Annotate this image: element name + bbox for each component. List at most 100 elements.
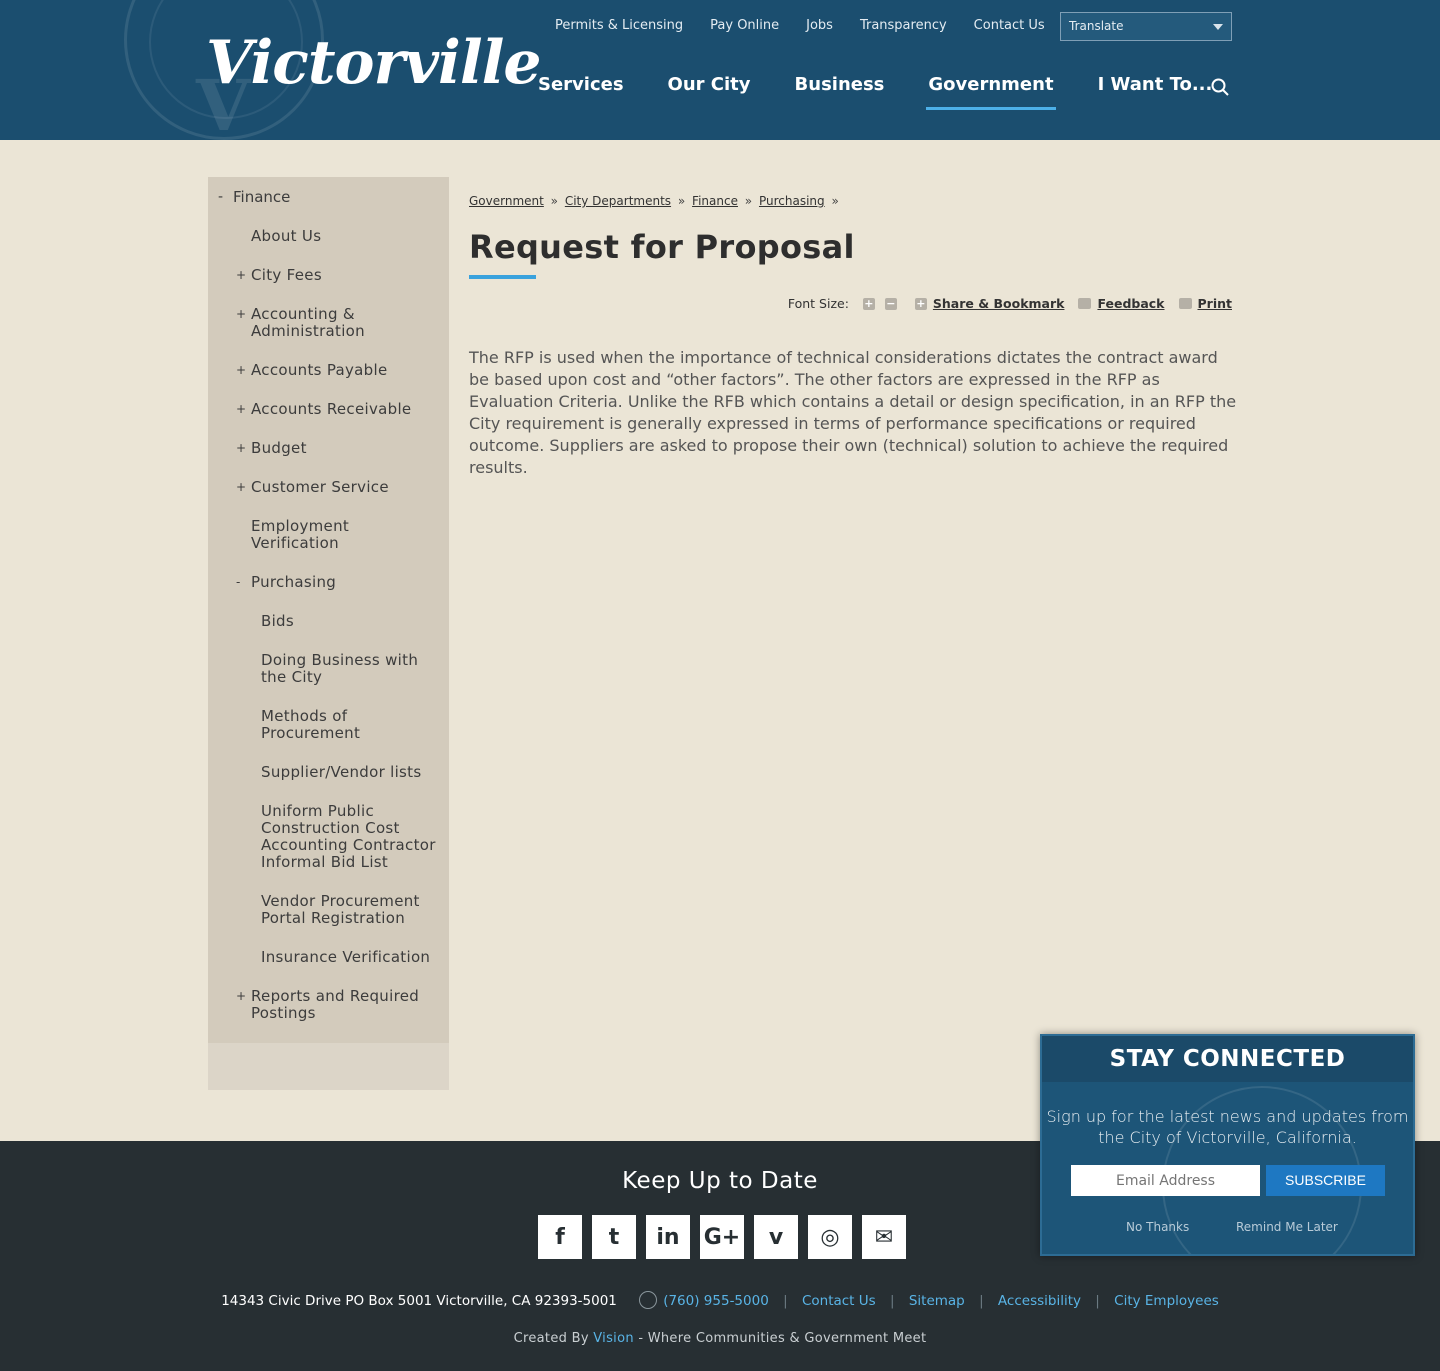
sidebar-item[interactable]: + Budget xyxy=(208,429,449,468)
sidebar-item[interactable]: + Accounting & Administration xyxy=(208,295,449,351)
site-header: V Victorville Permits & Licensing Pay On… xyxy=(0,0,1440,140)
sidebar-item-label: Accounting & Administration xyxy=(251,305,365,340)
sidebar-item[interactable]: - Purchasing xyxy=(208,563,449,602)
feedback-link[interactable]: Feedback xyxy=(1097,296,1164,311)
popup-title: STAY CONNECTED xyxy=(1042,1036,1413,1082)
sidebar: - Finance About Us + City Fees + Accounting … xyxy=(208,177,449,1090)
remind-later-link[interactable]: Remind Me Later xyxy=(1236,1220,1338,1234)
footer-divider: | xyxy=(783,1293,788,1309)
footer-phone[interactable]: (760) 955-5000 xyxy=(663,1293,769,1309)
sidebar-item-label: Accounts Payable xyxy=(251,361,388,379)
share-icon: + xyxy=(914,296,927,310)
site-logo[interactable]: Victorville xyxy=(206,28,542,98)
page-title: Request for Proposal xyxy=(469,228,855,266)
expand-icon[interactable]: + xyxy=(236,479,246,496)
nav-services[interactable]: Services xyxy=(538,74,624,95)
expand-icon[interactable]: + xyxy=(236,362,246,379)
nav-i-want-to[interactable]: I Want To... xyxy=(1098,74,1213,95)
footer-link-contact[interactable]: Contact Us xyxy=(802,1293,876,1309)
main-nav: Services Our City Business Government I … xyxy=(538,74,1256,110)
breadcrumb-finance[interactable]: Finance xyxy=(692,194,738,208)
font-increase-icon[interactable]: + xyxy=(862,297,875,310)
nav-our-city[interactable]: Our City xyxy=(668,74,751,95)
footer-link-sitemap[interactable]: Sitemap xyxy=(909,1293,965,1309)
footer-link-city-employees[interactable]: City Employees xyxy=(1114,1293,1219,1309)
sidebar-item[interactable]: + Accounts Receivable xyxy=(208,390,449,429)
sidebar-item-label: Methods of Procurement xyxy=(261,707,361,742)
sidebar-item[interactable]: + Reports and Required Postings xyxy=(208,977,449,1033)
stay-connected-popup: STAY CONNECTED Sign up for the latest ne… xyxy=(1040,1034,1415,1256)
util-link-permits[interactable]: Permits & Licensing xyxy=(555,18,683,33)
breadcrumb: Government » City Departments » Finance … xyxy=(469,194,842,208)
sidebar-list: About Us + City Fees + Accounting & Administ… xyxy=(208,217,449,1043)
no-thanks-link[interactable]: No Thanks xyxy=(1126,1220,1189,1234)
subscribe-button[interactable]: SUBSCRIBE xyxy=(1266,1165,1385,1196)
phone-icon xyxy=(639,1291,658,1309)
page-body-text: The RFP is used when the importance of t… xyxy=(469,348,1237,477)
google-plus-icon[interactable]: G+ xyxy=(700,1215,744,1259)
sidebar-heading-label: Finance xyxy=(233,188,291,206)
breadcrumb-city-departments[interactable]: City Departments xyxy=(565,194,671,208)
sidebar-item-label: Reports and Required Postings xyxy=(251,987,420,1022)
footer-divider: | xyxy=(1095,1293,1100,1309)
page-tools: Font Size: + − + Share & Bookmark Feedba… xyxy=(788,296,1232,311)
breadcrumb-purchasing[interactable]: Purchasing xyxy=(759,194,825,208)
sidebar-item-label: Employment Verification xyxy=(251,517,350,552)
chevron-down-icon xyxy=(1213,24,1223,30)
sidebar-item[interactable]: + Accounts Payable xyxy=(208,351,449,390)
footer-credit: Created By Vision - Where Communities & … xyxy=(0,1331,1440,1346)
collapse-icon: - xyxy=(218,189,224,205)
nav-government[interactable]: Government xyxy=(926,74,1056,110)
sidebar-item-label: Insurance Verification xyxy=(261,948,431,966)
breadcrumb-government[interactable]: Government xyxy=(469,194,544,208)
sidebar-item[interactable]: Insurance Verification xyxy=(208,938,449,977)
sidebar-item[interactable]: Methods of Procurement xyxy=(208,697,449,753)
translate-label: Translate xyxy=(1069,19,1124,33)
sidebar-item[interactable]: Employment Verification xyxy=(208,507,449,563)
email-field[interactable] xyxy=(1071,1165,1260,1196)
translate-select[interactable]: Translate xyxy=(1060,12,1232,41)
breadcrumb-separator: » xyxy=(744,194,753,208)
sidebar-item[interactable]: Doing Business with the City xyxy=(208,641,449,697)
sidebar-item[interactable]: Uniform Public Construction Cost Account… xyxy=(208,792,449,882)
vimeo-icon[interactable]: v xyxy=(754,1215,798,1259)
expand-icon[interactable]: + xyxy=(236,440,246,457)
footer-address: 14343 Civic Drive PO Box 5001 Victorvill… xyxy=(221,1293,617,1309)
util-link-jobs[interactable]: Jobs xyxy=(806,18,833,33)
footer-divider: | xyxy=(889,1293,895,1309)
sidebar-item-label: Purchasing xyxy=(251,573,337,591)
sidebar-item[interactable]: Supplier/Vendor lists xyxy=(208,753,449,792)
sidebar-item[interactable]: + City Fees xyxy=(208,256,449,295)
credit-vision-link[interactable]: Vision xyxy=(593,1331,634,1346)
util-link-pay-online[interactable]: Pay Online xyxy=(710,18,779,33)
print-link[interactable]: Print xyxy=(1198,296,1233,311)
collapse-icon[interactable]: - xyxy=(236,574,241,591)
sidebar-item[interactable]: Vendor Procurement Portal Registration xyxy=(208,882,449,938)
sidebar-item[interactable]: Bids xyxy=(208,602,449,641)
expand-icon[interactable]: + xyxy=(236,306,246,323)
nav-business[interactable]: Business xyxy=(795,74,885,95)
search-icon[interactable] xyxy=(1211,78,1229,96)
breadcrumb-separator: » xyxy=(550,194,559,208)
twitter-icon[interactable]: t xyxy=(592,1215,636,1259)
share-bookmark-link[interactable]: Share & Bookmark xyxy=(933,296,1065,311)
popup-message: Sign up for the latest news and updates … xyxy=(1046,1107,1409,1147)
sidebar-item[interactable]: + Customer Service xyxy=(208,468,449,507)
facebook-icon[interactable]: f xyxy=(538,1215,582,1259)
utility-nav: Permits & Licensing Pay Online Jobs Tran… xyxy=(555,18,1072,33)
expand-icon[interactable]: + xyxy=(236,401,246,418)
expand-icon[interactable]: + xyxy=(236,267,246,284)
util-link-contact[interactable]: Contact Us xyxy=(974,18,1045,33)
linkedin-icon[interactable]: in xyxy=(646,1215,690,1259)
footer-link-accessibility[interactable]: Accessibility xyxy=(998,1293,1081,1309)
social-links: f t in G+ v ◎ ✉ xyxy=(538,1215,906,1259)
email-icon[interactable]: ✉ xyxy=(862,1215,906,1259)
sidebar-heading[interactable]: - Finance xyxy=(208,177,449,217)
font-decrease-icon[interactable]: − xyxy=(884,297,897,310)
util-link-transparency[interactable]: Transparency xyxy=(860,18,947,33)
instagram-icon[interactable]: ◎ xyxy=(808,1215,852,1259)
sidebar-item-label: Accounts Receivable xyxy=(251,400,412,418)
sidebar-item[interactable]: About Us xyxy=(208,217,449,256)
expand-icon[interactable]: + xyxy=(236,988,246,1005)
credit-suffix: - Where Communities & Government Meet xyxy=(638,1331,927,1346)
